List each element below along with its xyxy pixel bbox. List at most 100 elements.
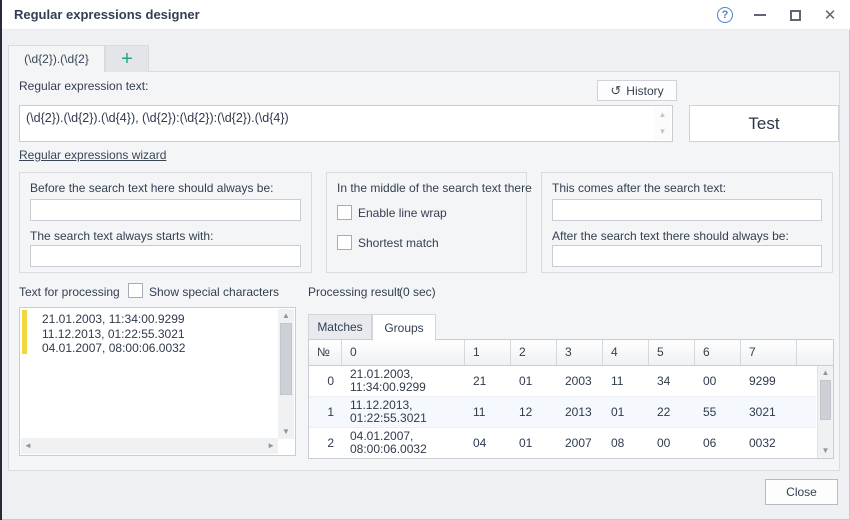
group-cell: 2013 bbox=[557, 397, 603, 427]
title-bar: Regular expressions designer ? ✕ bbox=[0, 0, 850, 30]
group-cell: 01 bbox=[511, 366, 557, 396]
column-header[interactable]: 6 bbox=[695, 340, 741, 365]
scroll-track bbox=[278, 395, 294, 425]
before-label: Before the search text here should alway… bbox=[30, 181, 273, 195]
table-row[interactable]: 111.12.2013, 01:22:55.302111122013012255… bbox=[309, 397, 816, 428]
table-scroll-thumb[interactable] bbox=[820, 380, 831, 420]
table-row[interactable]: 204.01.2007, 08:00:06.003204012007080006… bbox=[309, 428, 816, 458]
regex-input-spinner: ▲ ▼ bbox=[654, 107, 671, 140]
group-cell: 12 bbox=[511, 397, 557, 427]
table-scroll-track bbox=[818, 420, 833, 444]
regex-label: Regular expression text: bbox=[19, 79, 148, 93]
middle-title: In the middle of the search text there bbox=[337, 181, 532, 195]
column-header[interactable]: 0 bbox=[342, 340, 465, 365]
match-cell: 21.01.2003, 11:34:00.9299 bbox=[342, 366, 465, 396]
table-row[interactable]: 021.01.2003, 11:34:00.929921012003113400… bbox=[309, 366, 816, 397]
processing-result-time: (0 sec) bbox=[399, 285, 436, 299]
group-cell: 04 bbox=[465, 428, 511, 458]
tab-groups[interactable]: Groups bbox=[372, 314, 436, 341]
show-special-chars-label: Show special characters bbox=[149, 285, 279, 299]
shortest-match-label: Shortest match bbox=[358, 236, 439, 250]
before-group-box: Before the search text here should alway… bbox=[19, 172, 312, 273]
maximize-button[interactable] bbox=[785, 5, 805, 25]
result-table: №01234567 021.01.2003, 11:34:00.92992101… bbox=[308, 339, 834, 459]
column-header[interactable]: 5 bbox=[649, 340, 695, 365]
spinner-down-icon[interactable]: ▼ bbox=[659, 128, 667, 136]
scroll-up-icon[interactable]: ▲ bbox=[278, 309, 294, 323]
regex-wizard-link[interactable]: Regular expressions wizard bbox=[19, 148, 166, 162]
comes-after-label: This comes after the search text: bbox=[552, 181, 726, 195]
group-cell: 01 bbox=[603, 397, 649, 427]
help-button[interactable]: ? bbox=[715, 5, 735, 25]
column-header[interactable]: 7 bbox=[741, 340, 797, 365]
column-header[interactable]: 4 bbox=[603, 340, 649, 365]
column-header[interactable]: 3 bbox=[557, 340, 603, 365]
starts-with-input[interactable] bbox=[30, 245, 301, 267]
window-controls: ? ✕ bbox=[715, 0, 840, 30]
starts-with-label: The search text always starts with: bbox=[30, 229, 213, 243]
line-wrap-checkbox[interactable] bbox=[337, 205, 352, 220]
processing-result-label: Processing result bbox=[308, 285, 400, 299]
group-cell: 22 bbox=[649, 397, 695, 427]
textarea-horizontal-scrollbar[interactable]: ◄ ► bbox=[21, 438, 278, 454]
history-button-label: History bbox=[626, 84, 663, 98]
line-wrap-label: Enable line wrap bbox=[358, 206, 447, 220]
vertical-scroll-thumb[interactable] bbox=[280, 323, 292, 395]
text-line: 21.01.2003, 11:34:00.9299 bbox=[42, 312, 275, 327]
after-always-input[interactable] bbox=[552, 245, 822, 267]
group-cell: 06 bbox=[695, 428, 741, 458]
group-cell: 21 bbox=[465, 366, 511, 396]
group-cell: 11 bbox=[465, 397, 511, 427]
history-button[interactable]: ↺ History bbox=[597, 80, 677, 101]
test-button[interactable]: Test bbox=[689, 105, 839, 142]
regex-value: (\d{2}).(\d{2}).(\d{4}), (\d{2}):(\d{2})… bbox=[26, 111, 650, 125]
tab-expression-active[interactable]: (\d{2}).(\d{2} bbox=[8, 45, 105, 72]
minimize-icon bbox=[754, 14, 766, 16]
column-header[interactable]: № bbox=[309, 340, 342, 365]
column-header[interactable]: 2 bbox=[511, 340, 557, 365]
table-scroll-up-icon[interactable]: ▲ bbox=[818, 366, 833, 380]
scroll-down-icon[interactable]: ▼ bbox=[278, 425, 294, 439]
row-index: 1 bbox=[309, 397, 342, 427]
group-cell: 2003 bbox=[557, 366, 603, 396]
text-lines: 21.01.2003, 11:34:00.929911.12.2013, 01:… bbox=[42, 312, 275, 356]
scroll-right-icon[interactable]: ► bbox=[267, 442, 275, 450]
close-window-button[interactable]: ✕ bbox=[820, 5, 840, 25]
spinner-up-icon[interactable]: ▲ bbox=[659, 111, 667, 119]
group-cell: 55 bbox=[695, 397, 741, 427]
before-input[interactable] bbox=[30, 199, 301, 221]
match-cell: 04.01.2007, 08:00:06.0032 bbox=[342, 428, 465, 458]
window-title: Regular expressions designer bbox=[14, 0, 200, 30]
middle-group-box: In the middle of the search text there E… bbox=[326, 172, 527, 273]
add-tab-button[interactable]: + bbox=[105, 45, 149, 72]
text-for-processing-area[interactable]: 21.01.2003, 11:34:00.929911.12.2013, 01:… bbox=[19, 307, 296, 456]
text-line: 04.01.2007, 08:00:06.0032 bbox=[42, 341, 275, 356]
table-vertical-scrollbar[interactable]: ▲ ▼ bbox=[817, 366, 833, 458]
match-cell: 11.12.2013, 01:22:55.3021 bbox=[342, 397, 465, 427]
show-special-chars-checkbox[interactable] bbox=[128, 283, 143, 298]
comes-after-input[interactable] bbox=[552, 199, 822, 221]
history-icon: ↺ bbox=[610, 84, 621, 97]
help-icon: ? bbox=[717, 7, 733, 23]
textarea-vertical-scrollbar[interactable]: ▲ ▼ bbox=[278, 309, 294, 439]
group-cell: 00 bbox=[649, 428, 695, 458]
row-index: 2 bbox=[309, 428, 342, 458]
shortest-match-checkbox[interactable] bbox=[337, 235, 352, 250]
row-index: 0 bbox=[309, 366, 342, 396]
changed-lines-marker bbox=[22, 310, 27, 354]
close-button[interactable]: Close bbox=[765, 479, 838, 505]
group-cell: 11 bbox=[603, 366, 649, 396]
tab-matches[interactable]: Matches bbox=[308, 314, 372, 340]
minimize-button[interactable] bbox=[750, 5, 770, 25]
regex-input[interactable]: (\d{2}).(\d{2}).(\d{4}), (\d{2}):(\d{2})… bbox=[19, 105, 673, 142]
table-scroll-down-icon[interactable]: ▼ bbox=[818, 444, 833, 458]
column-header-filler bbox=[797, 340, 833, 365]
column-header[interactable]: 1 bbox=[465, 340, 511, 365]
plus-icon: + bbox=[121, 49, 133, 69]
scroll-left-icon[interactable]: ◄ bbox=[24, 442, 32, 450]
maximize-icon bbox=[790, 10, 801, 21]
group-cell: 34 bbox=[649, 366, 695, 396]
result-table-header: №01234567 bbox=[309, 340, 833, 366]
group-cell: 3021 bbox=[741, 397, 797, 427]
text-for-processing-label: Text for processing bbox=[19, 285, 120, 299]
